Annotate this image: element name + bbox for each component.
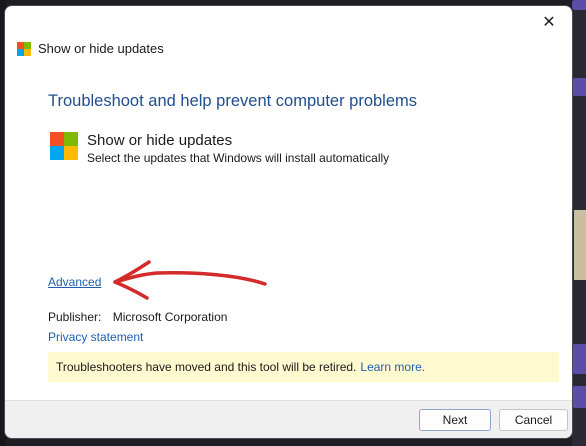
- learn-more-link[interactable]: Learn more.: [360, 360, 425, 374]
- window-title: Show or hide updates: [38, 41, 164, 56]
- dialog-content: Show or hide updates Troubleshoot and he…: [5, 6, 572, 438]
- background-chip: [572, 344, 586, 374]
- windows-logo-icon: [50, 132, 78, 160]
- retirement-notice: Troubleshooters have moved and this tool…: [48, 352, 559, 382]
- background-chip: [572, 0, 586, 10]
- tool-title: Show or hide updates: [87, 132, 233, 149]
- desktop-background-right: [572, 0, 586, 446]
- notice-text: Troubleshooters have moved and this tool…: [56, 360, 357, 374]
- annotation-arrow-icon: [113, 260, 267, 300]
- windows-logo-icon: [17, 42, 31, 56]
- troubleshooter-window: ✕ Show or hide updates Troubleshoot and …: [5, 6, 572, 438]
- privacy-statement-link[interactable]: Privacy statement: [48, 330, 143, 344]
- tool-description: Select the updates that Windows will ins…: [87, 151, 390, 165]
- page-heading: Troubleshoot and help prevent computer p…: [48, 92, 418, 110]
- cancel-button[interactable]: Cancel: [499, 409, 568, 431]
- publisher-label: Publisher:: [48, 310, 102, 324]
- next-button[interactable]: Next: [419, 409, 491, 431]
- advanced-link[interactable]: Advanced: [48, 275, 101, 289]
- dialog-footer: Next Cancel: [5, 400, 572, 438]
- publisher-info: Publisher: Microsoft Corporation: [48, 310, 227, 324]
- background-chip: [572, 386, 586, 408]
- background-document: [574, 210, 586, 280]
- background-chip: [572, 78, 586, 96]
- publisher-value: Microsoft Corporation: [112, 310, 228, 324]
